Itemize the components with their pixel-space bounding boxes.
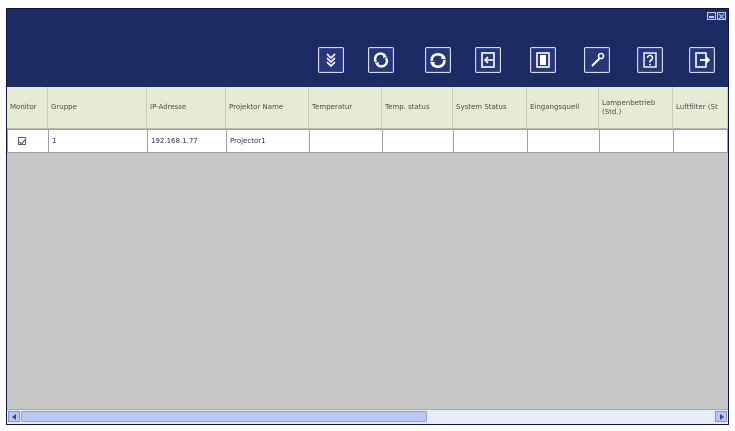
projector-name-cell[interactable]: Projector1 [226,129,310,153]
close-icon[interactable] [717,12,726,20]
column-header-monitor[interactable]: Monitor [7,87,48,128]
help-icon [643,52,657,68]
help-button[interactable] [637,47,663,73]
sync-icon [430,52,446,69]
settings-button[interactable] [584,47,610,73]
scroll-thumb[interactable] [21,411,427,422]
ip-address-cell[interactable]: 192.168.1.77 [147,129,227,153]
column-header-lampenbetrieb[interactable]: Lampenbetrieb (Std.) [599,87,673,128]
scroll-left-icon[interactable] [8,411,20,422]
import-icon [481,52,495,68]
refresh-button[interactable] [368,47,394,73]
import-button[interactable] [475,47,501,73]
eingangsquell-cell[interactable] [527,129,600,153]
save-icon [536,52,550,68]
minimize-icon[interactable] [707,12,716,20]
table-row[interactable]: 1 192.168.1.77 Projector1 [7,129,728,153]
refresh-icon [373,52,389,68]
lampenbetrieb-cell[interactable] [599,129,674,153]
collapse-button[interactable] [318,47,344,73]
luftfilter-cell[interactable] [673,129,728,153]
scroll-right-icon[interactable] [715,411,727,422]
table-header: Monitor Gruppe IP-Adresse Projektor Name… [7,87,728,129]
save-button[interactable] [530,47,556,73]
column-header-projektor-name[interactable]: Projektor Name [226,87,309,128]
monitor-cell[interactable] [7,129,49,153]
toolbar [7,25,728,87]
column-header-gruppe[interactable]: Gruppe [48,87,147,128]
column-header-ip-adresse[interactable]: IP-Adresse [147,87,226,128]
column-header-system-status[interactable]: System Status [453,87,527,128]
monitor-checkbox[interactable] [18,137,26,145]
system-status-cell[interactable] [453,129,528,153]
projector-monitor-window: Monitor Gruppe IP-Adresse Projektor Name… [6,8,729,425]
column-header-eingangsquell[interactable]: Eingangsquell [527,87,599,128]
gruppe-cell[interactable]: 1 [48,129,148,153]
column-header-temperatur[interactable]: Temperatur [309,87,382,128]
projector-table: Monitor Gruppe IP-Adresse Projektor Name… [7,87,728,410]
title-bar [7,9,728,25]
settings-icon [591,52,605,67]
collapse-icon [326,53,336,68]
temp-status-cell[interactable] [382,129,454,153]
column-header-temp-status[interactable]: Temp. status [382,87,453,128]
horizontal-scrollbar[interactable] [7,409,728,424]
column-header-luftfilter[interactable]: Luftfilter (St [673,87,728,128]
exit-icon [695,52,711,68]
sync-button[interactable] [425,47,451,73]
temperatur-cell[interactable] [309,129,383,153]
exit-button[interactable] [689,47,715,73]
